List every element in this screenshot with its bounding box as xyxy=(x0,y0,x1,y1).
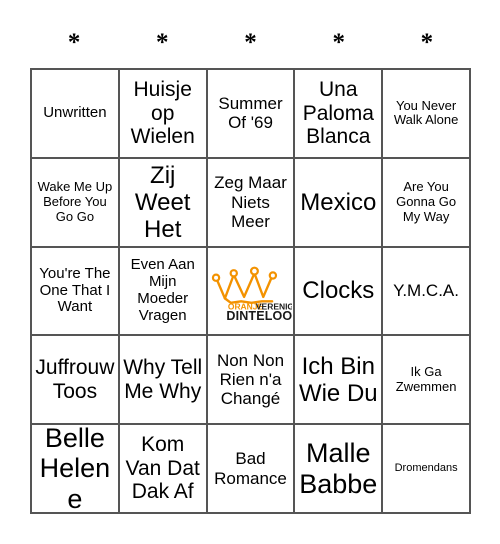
bingo-cell-label: Belle Helene xyxy=(39,425,111,514)
oranjevereniging-dinteloord-logo: ORANJE VERENIGING DINTELOORD xyxy=(208,260,292,322)
crown-icon: ORANJE VERENIGING DINTELOORD xyxy=(212,266,293,322)
bingo-cell-label: Ich Bin Wie Du xyxy=(298,352,378,407)
header-mark-2: * xyxy=(156,28,169,56)
bingo-cell-label: Why Tell Me Why xyxy=(123,356,203,403)
bingo-cell-label: You're The One That I Want xyxy=(39,264,111,316)
bingo-cell-r3c4[interactable]: Clocks xyxy=(295,247,384,337)
bingo-cell-r3c1[interactable]: You're The One That I Want xyxy=(32,247,120,337)
bingo-cell-r1c5[interactable]: You Never Walk Alone xyxy=(383,70,471,159)
bingo-cell-label: Zeg Maar Niets Meer xyxy=(214,173,287,231)
bingo-card: * * * * * Unwritten Huisje op Wielen Sum… xyxy=(0,0,500,544)
bingo-cell-r3c5[interactable]: Y.M.C.A. xyxy=(383,247,471,337)
logo-dinteloord-text: DINTELOORD xyxy=(227,309,293,322)
bingo-cell-r5c3[interactable]: Bad Romance xyxy=(207,425,296,514)
header-mark-5: * xyxy=(420,28,434,56)
bingo-cell-label: You Never Walk Alone xyxy=(393,97,459,128)
bingo-cell-r1c3[interactable]: Summer Of '69 xyxy=(207,70,296,159)
bingo-cell-r4c2[interactable]: Why Tell Me Why xyxy=(119,336,208,426)
bingo-cell-label: Non Non Rien n'a Changé xyxy=(216,350,285,409)
bingo-cell-free-space[interactable]: ORANJE VERENIGING DINTELOORD xyxy=(207,247,296,337)
bingo-cell-label: Mexico xyxy=(300,188,377,216)
bingo-cell-label: Even Aan Mijn Moeder Vragen xyxy=(130,256,195,324)
bingo-cell-r4c4[interactable]: Ich Bin Wie Du xyxy=(295,336,384,426)
bingo-cell-r4c5[interactable]: Ik Ga Zwemmen xyxy=(383,336,471,426)
bingo-cell-r4c1[interactable]: Juffrouw Toos xyxy=(32,336,120,426)
bingo-cell-r2c1[interactable]: Wake Me Up Before You Go Go xyxy=(32,158,120,248)
bingo-cell-label: Dromendans xyxy=(394,462,458,475)
bingo-cell-r1c4[interactable]: Una Paloma Blanca xyxy=(295,70,384,159)
header-mark-4: * xyxy=(332,28,345,56)
bingo-cell-r5c5[interactable]: Dromendans xyxy=(383,425,471,514)
bingo-cell-label: Wake Me Up Before You Go Go xyxy=(37,179,113,224)
bingo-cell-label: Juffrouw Toos xyxy=(35,356,115,403)
bingo-cell-r2c5[interactable]: Are You Gonna Go My Way xyxy=(383,158,471,248)
bingo-cell-label: Clocks xyxy=(302,277,375,305)
header-mark-3: * xyxy=(244,28,257,56)
bingo-cell-label: Bad Romance xyxy=(214,449,287,488)
bingo-cell-r2c3[interactable]: Zeg Maar Niets Meer xyxy=(207,158,296,248)
bingo-grid: Unwritten Huisje op Wielen Summer Of '69… xyxy=(30,68,471,514)
bingo-cell-r1c1[interactable]: Unwritten xyxy=(32,70,120,159)
bingo-header-row: * * * * * xyxy=(30,22,471,62)
bingo-cell-r1c2[interactable]: Huisje op Wielen xyxy=(119,70,208,159)
bingo-cell-r2c2[interactable]: Zij Weet Het xyxy=(119,158,208,248)
bingo-cell-r5c4[interactable]: Malle Babbe xyxy=(295,425,384,514)
bingo-cell-r5c1[interactable]: Belle Helene xyxy=(32,425,120,514)
bingo-cell-r3c2[interactable]: Even Aan Mijn Moeder Vragen xyxy=(119,247,208,337)
bingo-cell-label: Una Paloma Blanca xyxy=(302,77,374,149)
bingo-cell-label: Huisje op Wielen xyxy=(130,77,195,149)
bingo-cell-label: Ik Ga Zwemmen xyxy=(395,364,457,394)
bingo-cell-label: Malle Babbe xyxy=(299,438,378,499)
bingo-cell-label: Y.M.C.A. xyxy=(393,281,459,301)
bingo-cell-label: Are You Gonna Go My Way xyxy=(396,179,457,224)
bingo-cell-label: Kom Van Dat Dak Af xyxy=(125,433,200,504)
bingo-cell-label: Unwritten xyxy=(43,103,107,121)
header-mark-1: * xyxy=(67,28,81,56)
bingo-cell-label: Zij Weet Het xyxy=(134,161,191,243)
bingo-cell-label: Summer Of '69 xyxy=(218,94,283,133)
bingo-cell-r4c3[interactable]: Non Non Rien n'a Changé xyxy=(207,336,296,426)
bingo-cell-r2c4[interactable]: Mexico xyxy=(295,158,384,248)
bingo-cell-r5c2[interactable]: Kom Van Dat Dak Af xyxy=(119,425,208,514)
